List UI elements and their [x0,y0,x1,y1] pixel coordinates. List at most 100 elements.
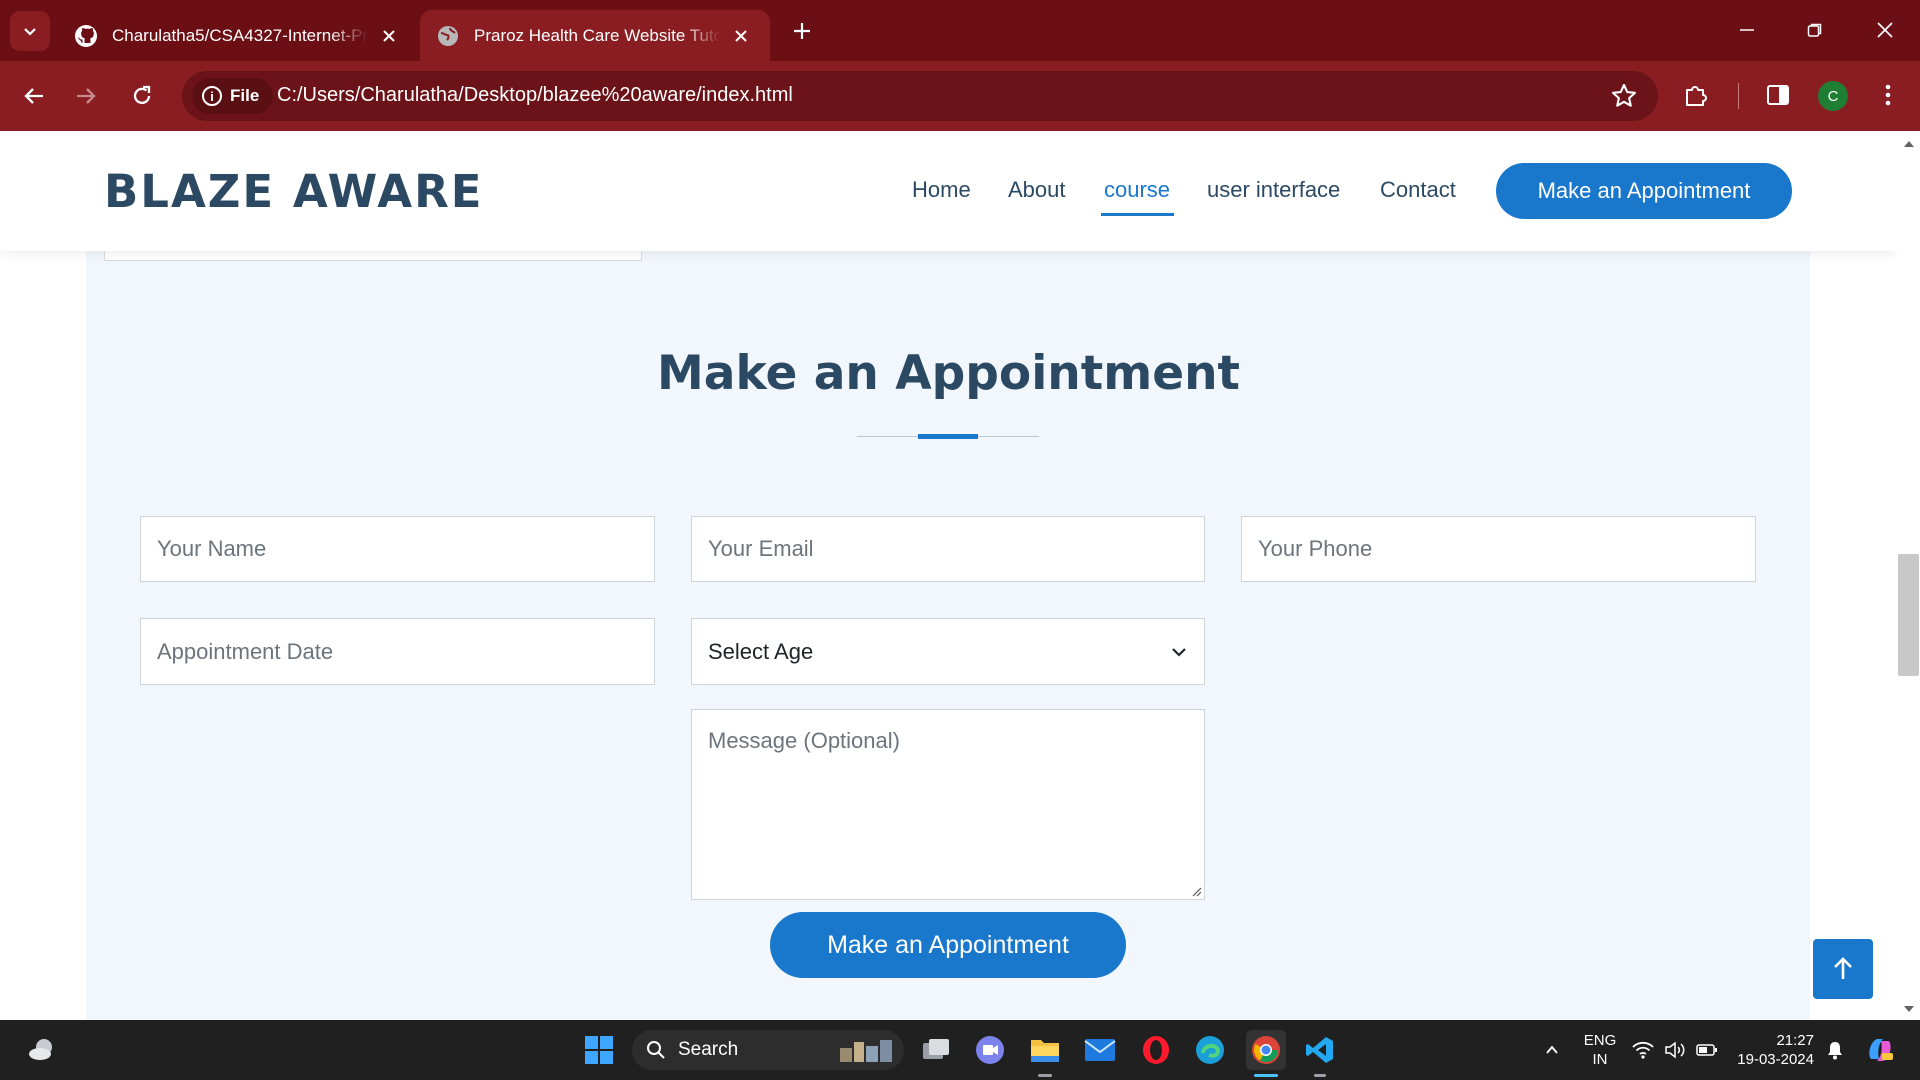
plus-icon [794,23,810,39]
windows-taskbar: Search ENG IN 21:27 19-03-2024 [0,1020,1920,1080]
chrome-icon [1252,1036,1280,1064]
search-label: Search [678,1039,739,1060]
forward-button[interactable] [64,74,108,118]
tab-search-button[interactable] [10,11,50,51]
nav-about[interactable]: About [1008,177,1066,203]
clock-time: 21:27 [1776,1032,1814,1049]
folder-icon [1031,1040,1059,1062]
profile-avatar[interactable]: C [1818,81,1848,111]
title-accent-bar [918,434,978,439]
new-tab-button[interactable] [785,14,819,48]
close-tab-button[interactable] [376,23,402,49]
email-placeholder: Your Email [708,536,814,561]
arrow-right-icon [77,88,96,104]
browser-menu-button[interactable] [1870,77,1906,113]
github-icon [75,24,97,47]
restore-button[interactable] [1790,10,1840,50]
close-icon [735,29,747,42]
site-info-chip[interactable]: i File [192,78,274,114]
bell-icon [1828,1042,1842,1060]
url-text[interactable]: C:/Users/Charulatha/Desktop/blazee%20awa… [277,84,793,107]
info-icon: i [202,86,222,106]
phone-placeholder: Your Phone [1258,536,1373,561]
phone-input[interactable]: Your Phone [1241,516,1756,582]
opera-app[interactable] [1136,1030,1176,1070]
language-indicator[interactable]: ENG IN [1578,1031,1622,1069]
task-view-icon [923,1039,949,1059]
nav-home[interactable]: Home [912,177,971,203]
task-view-button[interactable] [916,1030,956,1070]
site-logo[interactable]: BLAZE AWARE [104,165,483,218]
nav-course[interactable]: course [1104,177,1170,203]
tab-title: Praroz Health Care Website Tutorial [474,25,720,45]
page-scrollbar[interactable] [1897,131,1920,1020]
scroll-up-icon[interactable] [1902,137,1916,151]
chrome-app[interactable] [1246,1030,1286,1070]
show-hidden-icons-button[interactable] [1532,1030,1572,1070]
toolbar-divider [1738,83,1739,109]
close-tab-button[interactable] [728,23,754,49]
date-placeholder: Appointment Date [157,638,334,664]
nav-user-interface[interactable]: user interface [1207,177,1340,203]
active-indicator [1254,1074,1278,1077]
close-window-button[interactable] [1860,10,1910,50]
back-to-top-button[interactable] [1813,939,1873,999]
nav-contact[interactable]: Contact [1380,177,1456,203]
browser-toolbar: i File C:/Users/Charulatha/Desktop/blaze… [0,61,1920,131]
tab-praroz[interactable]: Praroz Health Care Website Tutorial [420,10,770,61]
resize-grip-icon[interactable] [1190,885,1202,897]
clock-date: 19-03-2024 [1737,1051,1814,1068]
file-explorer-app[interactable] [1025,1030,1065,1070]
weather-widget[interactable] [22,1030,62,1070]
side-panel-button[interactable] [1760,77,1796,113]
extensions-button[interactable] [1678,77,1714,113]
mail-icon [1084,1039,1116,1061]
minimize-button[interactable] [1722,10,1772,50]
message-textarea[interactable]: Message (Optional) [691,709,1205,900]
back-button[interactable] [12,74,56,118]
previous-section-card [104,251,642,261]
name-placeholder: Your Name [157,536,267,561]
tab-github[interactable]: Charulatha5/CSA4327-Internet-Programming [58,10,418,61]
copilot-button[interactable] [1860,1030,1900,1070]
running-indicator [1314,1074,1326,1077]
page-viewport: BLAZE AWARE Home About course user inter… [0,131,1897,1020]
browser-tab-bar: Charulatha5/CSA4327-Internet-Programming… [0,0,1920,61]
edge-icon [1196,1036,1224,1064]
message-placeholder: Message (Optional) [708,728,900,753]
wifi-icon [1632,1041,1654,1059]
reload-icon [133,85,151,104]
teams-app[interactable] [970,1030,1010,1070]
reload-button[interactable] [120,74,164,118]
address-bar[interactable]: i File C:/Users/Charulatha/Desktop/blaze… [182,71,1658,121]
chevron-down-icon [24,28,36,36]
scroll-down-icon[interactable] [1902,1002,1916,1016]
taskbar-search[interactable]: Search [632,1030,904,1070]
language-label: ENG [1583,1032,1617,1049]
windows-logo-icon [585,1036,613,1064]
edge-app[interactable] [1190,1030,1230,1070]
arrow-left-icon [24,88,43,104]
running-indicator [1038,1074,1052,1077]
wifi-status[interactable] [1628,1030,1658,1070]
scrollbar-thumb[interactable] [1898,554,1919,676]
appointment-date-input[interactable]: Appointment Date [140,618,655,685]
star-icon[interactable] [1610,82,1638,110]
battery-status[interactable] [1692,1030,1722,1070]
notifications-button[interactable] [1818,1030,1852,1070]
email-input[interactable]: Your Email [691,516,1205,582]
battery-icon [1696,1044,1717,1056]
clock[interactable]: 21:27 19-03-2024 [1732,1031,1814,1069]
section-title: Make an Appointment [656,346,1241,401]
header-appointment-button[interactable]: Make an Appointment [1496,163,1792,219]
globe-icon [438,25,458,46]
vscode-app[interactable] [1300,1030,1340,1070]
start-button[interactable] [579,1030,619,1070]
submit-appointment-button[interactable]: Make an Appointment [770,912,1126,978]
site-info-label: File [230,86,260,105]
close-icon [1877,22,1893,38]
age-select[interactable]: Select Age [691,618,1205,685]
mail-app[interactable] [1080,1030,1120,1070]
name-input[interactable]: Your Name [140,516,655,582]
volume-status[interactable] [1660,1030,1690,1070]
